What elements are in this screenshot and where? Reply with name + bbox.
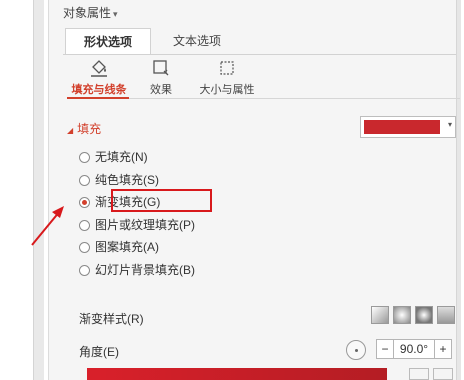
- panel-title[interactable]: 对象属性 ▾: [63, 4, 118, 21]
- annotation-highlight-box: [111, 189, 212, 212]
- radio-no-fill[interactable]: 无填充(N): [79, 148, 148, 166]
- document-area: [0, 0, 44, 380]
- tab-shape-options[interactable]: 形状选项: [65, 28, 151, 55]
- angle-increment-button[interactable]: +: [434, 339, 452, 359]
- fill-section-header[interactable]: ◢ 填充: [67, 120, 101, 137]
- gradient-style-label: 渐变样式(R): [79, 312, 144, 326]
- radio-button[interactable]: [79, 242, 90, 253]
- object-properties-panel: 对象属性 ▾ 形状选项 文本选项 填充与线条 效果 大小与属性 ◢ 填充 ▾ 无填充…: [48, 0, 461, 380]
- radio-button[interactable]: [79, 175, 90, 186]
- size-properties-icon: [191, 58, 263, 78]
- subtab-active-indicator: [67, 97, 129, 99]
- gradient-style-path[interactable]: [437, 306, 455, 324]
- angle-decrement-button[interactable]: −: [376, 339, 394, 359]
- panel-scrollbar[interactable]: [456, 0, 461, 380]
- subtab-effects[interactable]: 效果: [141, 58, 181, 97]
- gradient-preview-bar[interactable]: [87, 368, 387, 380]
- radio-label: 幻灯片背景填充(B): [95, 263, 195, 277]
- chevron-down-icon: ▾: [113, 9, 118, 19]
- radio-solid-fill[interactable]: 纯色填充(S): [79, 171, 159, 189]
- panel-title-text: 对象属性: [63, 6, 112, 20]
- radio-button[interactable]: [79, 220, 90, 231]
- subtab-effects-label: 效果: [150, 84, 172, 96]
- chevron-down-icon: ▾: [447, 120, 452, 129]
- gradient-style-radial[interactable]: [393, 306, 411, 324]
- subtab-fill-label: 填充与线条: [71, 84, 127, 96]
- paint-bucket-icon: [67, 58, 131, 78]
- tab-text-options[interactable]: 文本选项: [155, 28, 239, 54]
- radio-label: 图片或纹理填充(P): [95, 218, 195, 232]
- gradient-style-rect[interactable]: [415, 306, 433, 324]
- radio-pattern-fill[interactable]: 图案填充(A): [79, 238, 159, 256]
- fill-section-title: 填充: [77, 122, 102, 136]
- collapse-triangle-icon: ◢: [67, 126, 74, 135]
- radio-label: 纯色填充(S): [95, 173, 159, 187]
- fill-color-dropdown[interactable]: ▾: [360, 116, 456, 138]
- gradient-style-linear[interactable]: [371, 306, 389, 324]
- subtab-size-properties[interactable]: 大小与属性: [191, 58, 263, 97]
- subtab-fill-line[interactable]: 填充与线条: [67, 58, 131, 97]
- document-page: [0, 0, 34, 380]
- angle-input[interactable]: 90.0°: [393, 339, 435, 359]
- radio-label: 图案填充(A): [95, 240, 159, 254]
- annotation-arrow-icon: [31, 206, 64, 246]
- subtab-size-label: 大小与属性: [199, 84, 255, 96]
- radio-button-selected[interactable]: [79, 197, 90, 208]
- effects-icon: [141, 58, 181, 78]
- tab-divider: [63, 54, 456, 55]
- radio-picture-texture-fill[interactable]: 图片或纹理填充(P): [79, 216, 195, 234]
- angle-label: 角度(E): [79, 345, 119, 359]
- radio-label: 无填充(N): [95, 150, 148, 164]
- add-gradient-stop-button[interactable]: [409, 368, 429, 380]
- color-swatch: [364, 120, 440, 134]
- radio-button[interactable]: [79, 265, 90, 276]
- remove-gradient-stop-button[interactable]: [433, 368, 453, 380]
- radio-button[interactable]: [79, 152, 90, 163]
- radio-slide-background-fill[interactable]: 幻灯片背景填充(B): [79, 261, 195, 279]
- angle-dial[interactable]: [346, 340, 366, 360]
